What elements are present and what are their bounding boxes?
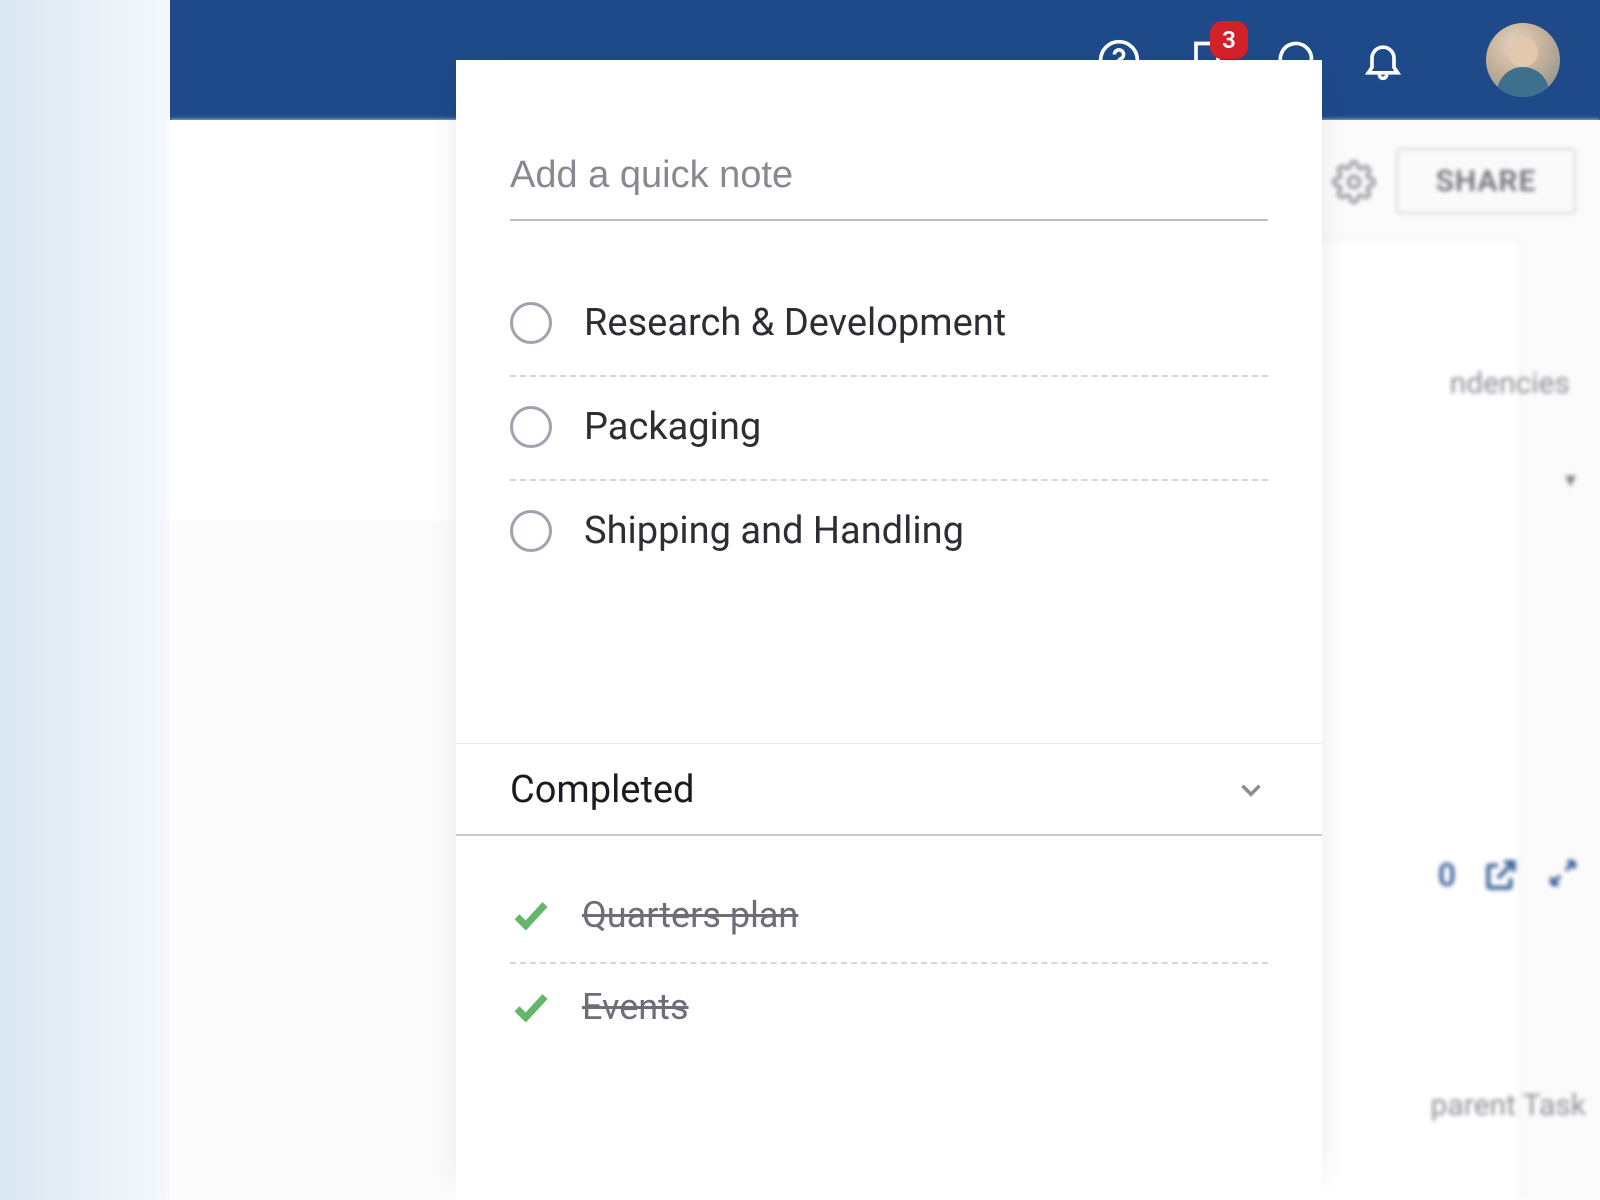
completed-task-label: Quarters plan <box>582 894 798 936</box>
completed-task-item[interactable]: Events <box>510 964 1268 1054</box>
bg-sidebar-panel <box>170 120 470 520</box>
open-task-list: Research & Development Packaging Shippin… <box>456 265 1322 583</box>
task-label: Packaging <box>584 405 761 449</box>
radio-unchecked-icon[interactable] <box>510 406 552 448</box>
expand-icon[interactable] <box>1546 856 1584 894</box>
task-label: Research & Development <box>584 301 1006 345</box>
bg-dependencies-text: ndencies <box>1450 366 1570 401</box>
chevron-down-icon <box>1234 773 1268 807</box>
quick-note-dropdown: Research & Development Packaging Shippin… <box>456 60 1322 1200</box>
open-external-icon[interactable] <box>1482 856 1520 894</box>
task-item[interactable]: Packaging <box>510 377 1268 481</box>
bg-action-row: 0 <box>1438 856 1584 894</box>
bg-parent-task-text: parent Task <box>1431 1088 1586 1123</box>
notification-badge: 3 <box>1210 21 1248 59</box>
completed-task-list: Quarters plan Events <box>456 872 1322 1054</box>
quick-note-input[interactable] <box>510 154 1268 221</box>
task-item[interactable]: Shipping and Handling <box>510 481 1268 583</box>
completed-section: Completed Quarters plan Events <box>456 743 1322 1054</box>
dropdown-caret-icon[interactable]: ▾ <box>1565 468 1576 493</box>
user-avatar[interactable] <box>1486 23 1560 97</box>
check-icon <box>510 986 552 1028</box>
share-button[interactable]: SHARE <box>1396 148 1576 214</box>
check-icon <box>510 894 552 936</box>
gear-icon[interactable] <box>1332 160 1376 204</box>
bell-icon[interactable] <box>1358 35 1408 85</box>
task-item[interactable]: Research & Development <box>510 265 1268 377</box>
bg-count-label: 0 <box>1438 856 1456 894</box>
completed-title: Completed <box>510 768 694 812</box>
completed-header[interactable]: Completed <box>456 743 1322 836</box>
left-gradient-strip <box>0 0 170 1200</box>
task-label: Shipping and Handling <box>584 509 964 553</box>
quick-note-section <box>456 60 1322 221</box>
completed-task-item[interactable]: Quarters plan <box>510 872 1268 964</box>
radio-unchecked-icon[interactable] <box>510 510 552 552</box>
completed-task-label: Events <box>582 986 689 1028</box>
radio-unchecked-icon[interactable] <box>510 302 552 344</box>
